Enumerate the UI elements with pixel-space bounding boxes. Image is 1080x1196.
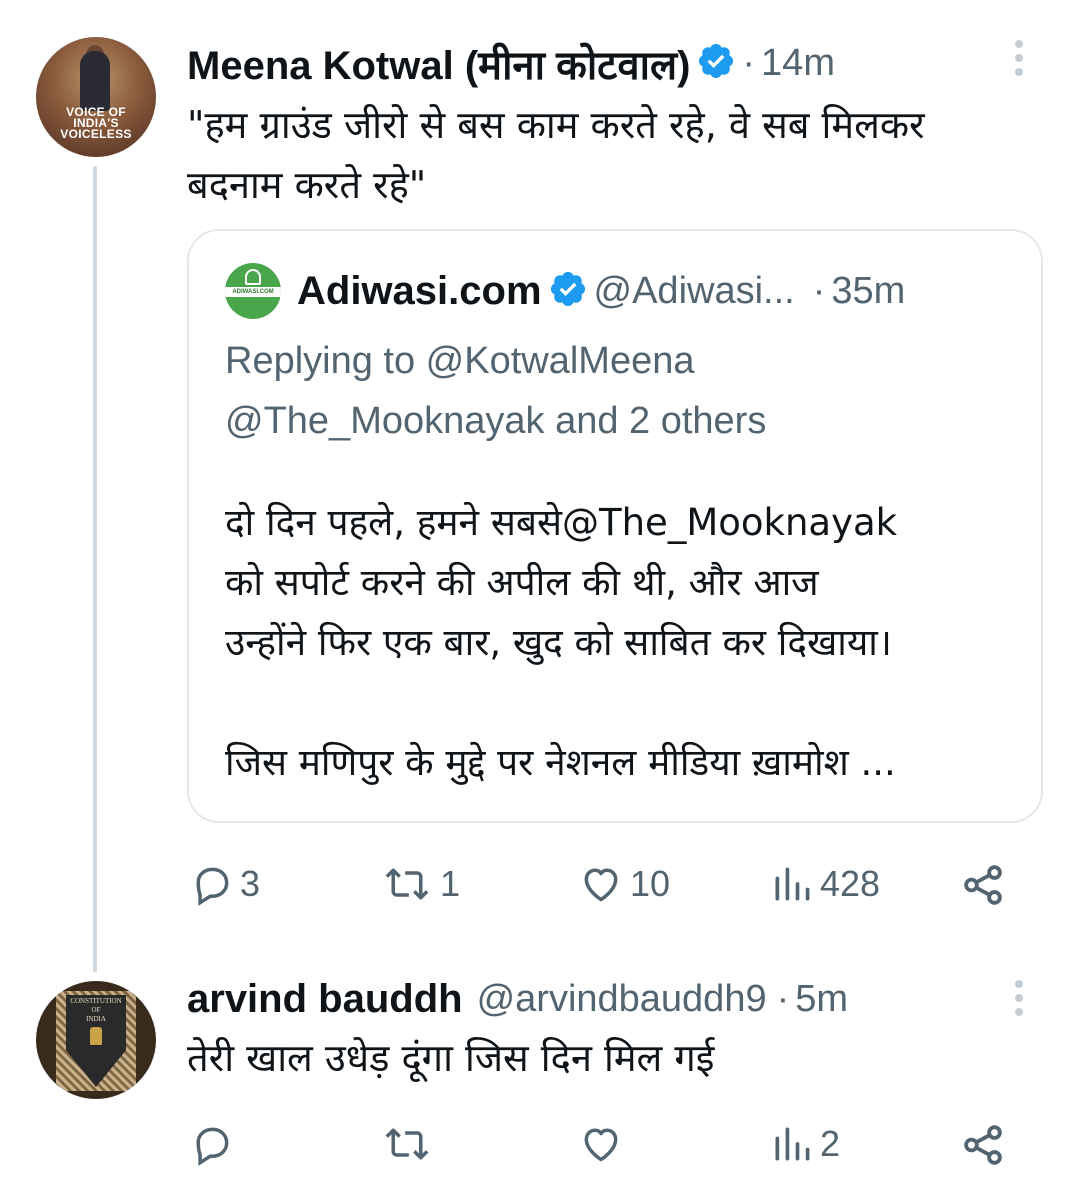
dot-separator: · (812, 269, 826, 312)
reply-button[interactable] (190, 1122, 240, 1166)
quote-author-name: Adiwasi.com (297, 268, 542, 313)
avatar-figure-body (80, 51, 110, 111)
views-button[interactable]: 428 (770, 862, 880, 906)
share-icon (964, 1125, 1002, 1165)
tweet-time[interactable]: 5m (795, 978, 848, 1021)
tweet-time[interactable]: 14m (761, 42, 835, 85)
share-button[interactable] (960, 1122, 1006, 1168)
quote-handle: @Adiwasi... (593, 269, 795, 312)
like-icon (584, 868, 618, 902)
retweet-button[interactable]: 1 (380, 862, 460, 906)
like-icon (584, 1128, 618, 1162)
replying-to: Replying to @KotwalMeena @The_Mooknayak … (225, 331, 766, 451)
logo-text: ADIWASI.COM (232, 289, 274, 295)
dot-separator: · (776, 977, 790, 1020)
quote-header: ADIWASI.COM Adiwasi.com @Adiwasi... · 35… (225, 263, 905, 319)
reply-icon (196, 867, 229, 906)
like-button[interactable]: 10 (578, 862, 670, 906)
avatar-brand-text: VOICE OF INDIA'S VOICELESS (60, 105, 132, 141)
adiwasi-logo: ADIWASI.COM (225, 263, 281, 319)
quote-body-spacer (225, 673, 897, 733)
quote-time: 35m (831, 269, 906, 312)
like-count: 10 (630, 863, 671, 904)
share-icon (964, 865, 1002, 905)
more-icon[interactable] (1014, 980, 1024, 1016)
retweet-button[interactable] (380, 1122, 440, 1166)
quote-body-line: को सपोर्ट करने की अपील की थी, और आज (225, 561, 819, 604)
reply-button[interactable]: 3 (190, 862, 260, 906)
more-icon[interactable] (1014, 40, 1024, 76)
retweet-icon (385, 868, 429, 900)
author-name[interactable]: arvind bauddh (187, 977, 463, 1022)
avatar-arvind-bauddh[interactable]: CONSTITUTION OF INDIA (36, 981, 156, 1099)
views-icon (775, 1127, 810, 1161)
tweet2-text: तेरी खाल उधेड़ दूंगा जिस दिन मिल गई (187, 1036, 715, 1080)
quote-body-line: दो दिन पहले, हमने सबसे@The_Mooknayak (225, 501, 898, 544)
views-button[interactable]: 2 (770, 1122, 840, 1166)
views-icon (775, 867, 810, 901)
views-count: 428 (820, 863, 881, 904)
author-name[interactable]: Meena Kotwal (मीना कोटवाल) (187, 36, 690, 91)
verified-badge-icon (696, 41, 736, 85)
share-button[interactable] (960, 862, 1006, 908)
reply-icon (196, 1127, 229, 1166)
quote-body: दो दिन पहले, हमने सबसे@The_Mooknayak को … (225, 493, 897, 793)
replying-line: Replying to @KotwalMeena (225, 340, 695, 382)
retweet-count: 1 (440, 863, 461, 904)
quote-body-line: जिस मणिपुर के मुद्दे पर नेशनल मीडिया ख़ा… (225, 741, 896, 784)
tweet1-text: "हम ग्राउंड जीरो से बस काम करते रहे, वे … (187, 95, 925, 215)
avatar-book-title: CONSTITUTION OF INDIA (70, 997, 122, 1023)
verified-badge-icon (548, 269, 588, 313)
reply-count: 3 (240, 863, 261, 904)
quoted-tweet-card[interactable]: ADIWASI.COM Adiwasi.com @Adiwasi... · 35… (187, 229, 1043, 823)
tweet-text-line: बदनाम करते रहे" (187, 163, 427, 207)
logo-tree-icon (245, 269, 261, 285)
like-button[interactable] (578, 1122, 630, 1166)
tweet1-header: Meena Kotwal (मीना कोटवाल) · 14m (187, 38, 835, 88)
author-handle[interactable]: @arvindbauddh9 (477, 978, 767, 1021)
retweet-icon (385, 1128, 429, 1160)
quote-body-line: उन्होंने फिर एक बार, खुद को साबित कर दिख… (225, 621, 892, 664)
tweet2-header: arvind bauddh @arvindbauddh9 · 5m (187, 974, 848, 1024)
emblem-icon (90, 1027, 102, 1045)
tweet-text-line: "हम ग्राउंड जीरो से बस काम करते रहे, वे … (187, 103, 925, 147)
avatar-meena-kotwal[interactable]: VOICE OF INDIA'S VOICELESS (36, 37, 156, 157)
replying-line: @The_Mooknayak and 2 others (225, 400, 767, 442)
dot-separator: · (742, 41, 756, 84)
views-count: 2 (820, 1123, 841, 1164)
thread-connector-line (93, 166, 97, 972)
